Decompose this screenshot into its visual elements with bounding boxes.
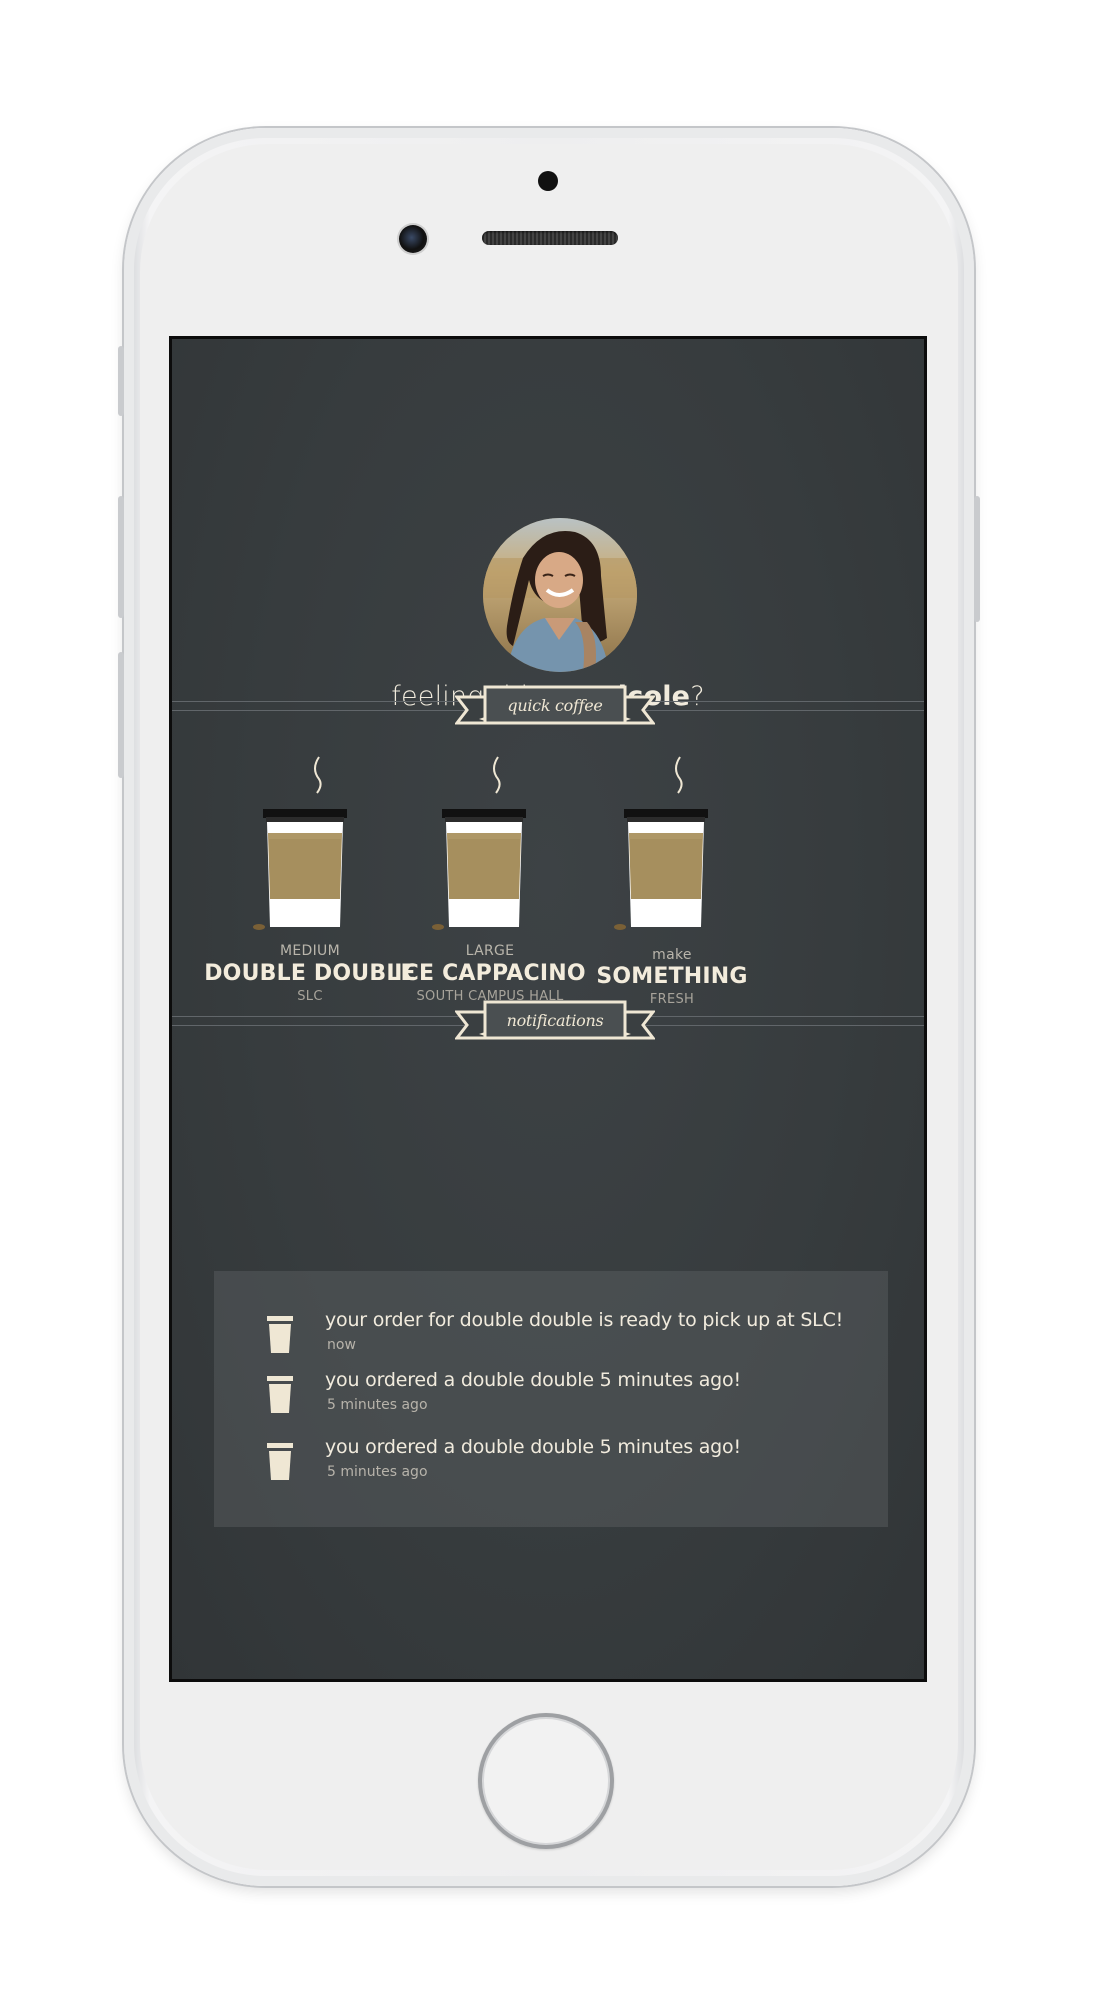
- volume-down-button: [118, 652, 124, 778]
- steam-icon: [675, 756, 683, 794]
- earpiece-speaker: [482, 231, 618, 245]
- coffee-cup-icon: [267, 1316, 293, 1353]
- proximity-sensor: [538, 171, 558, 191]
- steam-icon: [493, 756, 501, 794]
- home-button[interactable]: [478, 1713, 614, 1849]
- notification-item[interactable]: your order for double double is ready to…: [214, 1309, 888, 1359]
- notification-item[interactable]: you ordered a double double 5 minutes ag…: [214, 1436, 888, 1486]
- coffee-cup-icon: [614, 756, 708, 930]
- power-button: [974, 496, 980, 622]
- avatar-photo-icon: [483, 518, 637, 672]
- notification-time: 5 minutes ago: [327, 1397, 428, 1413]
- notifications-banner: notifications: [453, 1000, 657, 1048]
- notifications-panel: your order for double double is ready to…: [214, 1271, 888, 1527]
- steam-icon: [314, 756, 322, 794]
- app-screen: feeling thirsty, nicole? quick coffee ME…: [169, 336, 927, 1682]
- avatar[interactable]: [483, 518, 637, 672]
- coffee-cup-icon: [253, 756, 347, 930]
- notification-text: your order for double double is ready to…: [325, 1309, 844, 1331]
- notification-text: you ordered a double double 5 minutes ag…: [325, 1436, 741, 1458]
- notification-text: you ordered a double double 5 minutes ag…: [325, 1369, 741, 1391]
- notification-item[interactable]: you ordered a double double 5 minutes ag…: [214, 1369, 888, 1419]
- quick-coffee-banner: quick coffee: [453, 685, 657, 733]
- notification-time: 5 minutes ago: [327, 1464, 428, 1480]
- drink-size: make: [652, 947, 692, 963]
- coffee-cup-icon: [267, 1376, 293, 1413]
- quick-coffee-title: quick coffee: [507, 695, 603, 715]
- coffee-cup-icon: [267, 1443, 293, 1480]
- volume-up-button: [118, 496, 124, 618]
- drink-name: SOMETHING: [596, 964, 748, 989]
- coffee-cup-icon: [432, 756, 526, 930]
- notifications-title: notifications: [506, 1010, 604, 1030]
- front-camera-icon: [399, 225, 427, 253]
- silent-switch: [118, 346, 124, 416]
- notification-time: now: [327, 1337, 356, 1353]
